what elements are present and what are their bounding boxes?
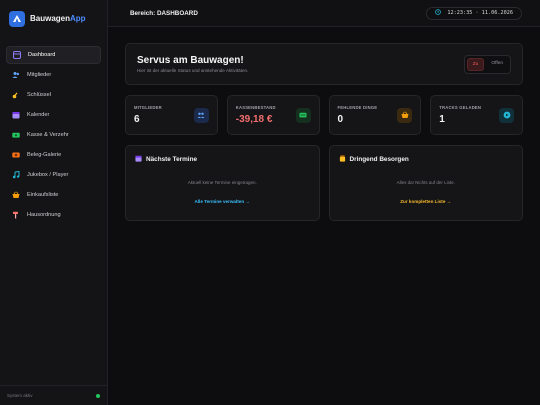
- sidebar-item-mitglieder[interactable]: Mitglieder: [6, 66, 101, 84]
- empty-state-text: Aktuell keine Termine eingetragen.: [187, 180, 257, 185]
- app-root: BauwagenApp Dashboard Mitglieder Schlüss…: [0, 0, 540, 405]
- clock-text: 12:23:35 · 11.06.2026: [447, 10, 513, 16]
- sidebar-item-label: Hausordnung: [27, 212, 61, 218]
- termine-panel: Nächste Termine Aktuell keine Termine ei…: [125, 145, 320, 221]
- clock-icon: [435, 9, 442, 17]
- basket-icon: [12, 191, 20, 199]
- calendar-icon: [135, 155, 142, 164]
- status-dot-icon: [96, 393, 100, 398]
- stat-label: TRACKS GELADEN: [439, 105, 482, 110]
- page-title: Servus am Bauwagen!: [137, 55, 244, 66]
- stat-card-mitglieder: MITGLIEDER 6: [125, 95, 218, 135]
- welcome-card: Servus am Bauwagen! Hier ist der aktuell…: [125, 43, 523, 85]
- music-icon: [12, 171, 20, 179]
- stat-label: MITGLIEDER: [134, 105, 162, 110]
- panel-title: Dringend Besorgen: [349, 156, 409, 163]
- stat-value: -39,18 €: [235, 114, 273, 125]
- sidebar-footer: System aktiv: [0, 385, 107, 405]
- sidebar-item-kasse[interactable]: Kasse & Verzehr: [6, 126, 101, 144]
- toggle-closed-button[interactable]: Zu: [466, 57, 485, 71]
- dashboard-icon: [13, 51, 21, 59]
- clock: 12:23:35 · 11.06.2026: [426, 6, 522, 20]
- brand[interactable]: BauwagenApp: [0, 0, 107, 37]
- sidebar-item-kalender[interactable]: Kalender: [6, 106, 101, 124]
- stat-card-fehlende-dinge: FEHLENDE DINGE 0: [328, 95, 422, 135]
- sidebar-item-einkaufsliste[interactable]: Einkaufsliste: [6, 186, 101, 204]
- panel-header: Dringend Besorgen: [339, 155, 514, 164]
- stat-value: 0: [337, 114, 344, 125]
- sidebar-item-schluessel[interactable]: Schlüssel: [6, 86, 101, 104]
- hammer-icon: [12, 211, 20, 219]
- dashboard-content: Servus am Bauwagen! Hier ist der aktuell…: [108, 27, 540, 237]
- stat-card-kassenbestand: KASSENBESTAND -39,18 €: [226, 95, 320, 135]
- manage-termine-link[interactable]: Alle Termine verwalten →: [135, 199, 310, 204]
- sidebar-item-label: Mitglieder: [27, 72, 52, 78]
- sidebar-item-beleg-galerie[interactable]: Beleg-Galerie: [6, 146, 101, 164]
- sidebar-item-dashboard[interactable]: Dashboard: [6, 46, 101, 64]
- besorgen-panel: Dringend Besorgen Alles da! Nichts auf d…: [328, 145, 523, 221]
- jar-icon: [339, 155, 346, 164]
- sidebar-item-hausordnung[interactable]: Hausordnung: [6, 206, 101, 224]
- sidebar-item-label: Schlüssel: [27, 92, 51, 98]
- disc-icon: [499, 107, 514, 123]
- topbar: Bereich: DASHBOARD 12:23:35 · 11.06.2026: [108, 0, 540, 27]
- stat-label: FEHLENDE DINGE: [337, 105, 378, 110]
- stat-card-tracks: TRACKS GELADEN 1: [430, 95, 523, 135]
- breadcrumb: Bereich: DASHBOARD: [130, 9, 198, 17]
- panels-row: Nächste Termine Aktuell keine Termine ei…: [125, 145, 523, 221]
- sidebar-item-label: Kasse & Verzehr: [27, 132, 69, 138]
- sidebar-nav: Dashboard Mitglieder Schlüssel Kalender …: [0, 37, 107, 233]
- cash-icon: [12, 131, 20, 139]
- stats-row: MITGLIEDER 6 KASSENBESTAND -39,18 € FEHL…: [125, 95, 523, 135]
- cash-icon: [295, 107, 311, 123]
- sidebar: BauwagenApp Dashboard Mitglieder Schlüss…: [0, 0, 108, 405]
- full-list-link[interactable]: Zur kompletten Liste →: [339, 199, 514, 204]
- brand-name: BauwagenApp: [30, 14, 86, 23]
- main: Bereich: DASHBOARD 12:23:35 · 11.06.2026…: [108, 0, 540, 405]
- receipt-icon: [12, 151, 20, 159]
- sidebar-item-label: Dashboard: [28, 52, 56, 58]
- stat-value: 1: [439, 114, 445, 125]
- empty-state-text: Alles da! Nichts auf der Liste.: [396, 180, 455, 185]
- sidebar-item-label: Einkaufsliste: [27, 192, 59, 198]
- panel-header: Nächste Termine: [135, 155, 310, 164]
- stat-label: KASSENBESTAND: [235, 105, 276, 110]
- stat-value: 6: [134, 114, 140, 125]
- key-icon: [12, 91, 20, 99]
- users-icon: [12, 71, 20, 79]
- toggle-open-button[interactable]: Offen: [486, 58, 508, 71]
- tent-icon: [9, 10, 25, 27]
- calendar-icon: [12, 111, 20, 119]
- sidebar-item-label: Beleg-Galerie: [27, 152, 62, 158]
- sidebar-item-label: Jukebox / Player: [27, 172, 69, 178]
- users-icon: [193, 107, 209, 123]
- page-subtitle: Hier ist der aktuelle Status und anstehe…: [137, 68, 249, 73]
- system-status-text: System aktiv: [7, 393, 33, 398]
- basket-icon: [397, 107, 413, 123]
- sidebar-item-jukebox[interactable]: Jukebox / Player: [6, 166, 101, 184]
- open-closed-toggle: Zu Offen: [463, 54, 511, 74]
- panel-title: Nächste Termine: [146, 156, 198, 163]
- sidebar-item-label: Kalender: [27, 112, 50, 118]
